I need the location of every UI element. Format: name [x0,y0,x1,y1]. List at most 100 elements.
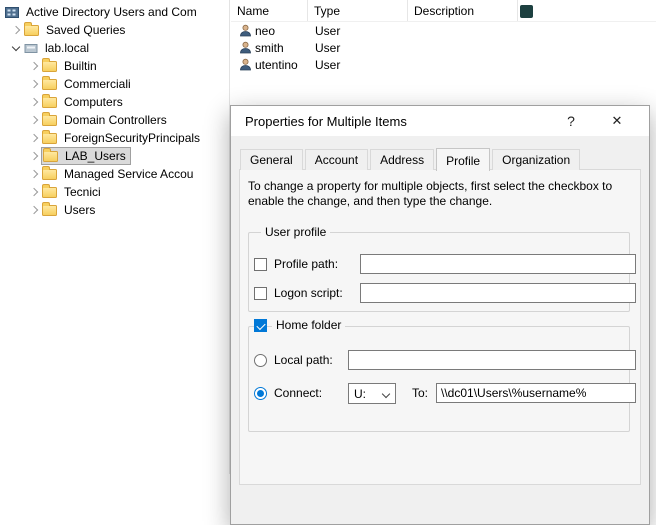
tree-item-foreign-security-principals[interactable]: ForeignSecurityPrincipals [0,129,229,147]
profile-path-input[interactable] [360,254,636,274]
connect-row: Connect: U: To: [240,383,640,404]
tree-item-label: lab.local [44,41,89,55]
logon-script-checkbox[interactable] [254,287,267,300]
group-user-profile-label: User profile [261,225,330,239]
properties-dialog: Properties for Multiple Items ? ✕ Genera… [230,105,650,525]
group-home-folder [248,326,630,432]
logon-script-input[interactable] [360,283,636,303]
folder-icon [24,25,39,36]
chevron-right-icon[interactable] [26,130,42,146]
tree-item-label: Computers [63,95,123,109]
row-name: neo [255,24,315,38]
folder-icon [42,133,57,144]
tree-item-label: Active Directory Users and Com [25,5,197,19]
tree-item-lab-users[interactable]: LAB_Users [0,147,229,165]
folder-icon [42,115,57,126]
tree-item-label: Builtin [63,59,97,73]
folder-icon [42,205,57,216]
folder-icon [42,61,57,72]
to-label: To: [412,386,428,400]
tree-item-managed-service-accounts[interactable]: Managed Service Accou [0,165,229,183]
tree-item-label: Tecnici [63,185,101,199]
column-header-description[interactable]: Description [408,0,518,21]
help-button[interactable]: ? [553,106,589,136]
logon-script-row: Logon script: [240,283,640,304]
tab-general[interactable]: General [240,149,303,170]
close-button[interactable]: ✕ [599,106,635,136]
console-tree-panel: Active Directory Users and Com Saved Que… [0,0,230,474]
tree-item-label: Domain Controllers [63,113,167,127]
chevron-right-icon[interactable] [26,112,42,128]
chevron-right-icon[interactable] [26,166,42,182]
selected-tree-item-highlight: LAB_Users [42,148,130,164]
tree-item-commerciali[interactable]: Commerciali [0,75,229,93]
folder-icon [42,169,57,180]
tree-item-label: Commerciali [63,77,131,91]
chevron-right-icon[interactable] [26,94,42,110]
chevron-right-icon[interactable] [26,148,42,164]
row-type: User [315,58,340,72]
local-path-label: Local path: [274,353,333,367]
dialog-description: To change a property for multiple object… [248,179,640,209]
domain-icon [24,42,39,55]
chevron-down-icon[interactable] [8,40,24,56]
list-row-utentino[interactable]: utentino User [231,56,656,73]
tree-item-saved-queries[interactable]: Saved Queries [0,21,229,39]
connect-label: Connect: [274,386,322,400]
tree-item-tecnici[interactable]: Tecnici [0,183,229,201]
tree-item-label: Saved Queries [45,23,125,37]
tree-item-root[interactable]: Active Directory Users and Com [0,3,229,21]
chevron-right-icon[interactable] [26,76,42,92]
home-folder-row: Home folder [240,319,640,340]
row-type: User [315,41,340,55]
connect-radio[interactable] [254,387,267,400]
folder-icon [42,187,57,198]
tab-account[interactable]: Account [305,149,368,170]
row-type: User [315,24,340,38]
home-folder-label: Home folder [272,318,345,332]
profile-path-checkbox[interactable] [254,258,267,271]
local-path-input[interactable] [348,350,636,370]
list-row-smith[interactable]: smith User [231,39,656,56]
tree-item-lab-local[interactable]: lab.local [0,39,229,57]
user-icon [239,58,252,71]
drive-select-value: U: [349,387,379,401]
tab-organization[interactable]: Organization [492,149,580,170]
tree-item-label: LAB_Users [64,149,126,163]
chevron-right-icon[interactable] [8,22,24,38]
tree-item-computers[interactable]: Computers [0,93,229,111]
tab-profile[interactable]: Profile [436,148,490,171]
logon-script-label: Logon script: [274,286,343,300]
chevron-right-icon[interactable] [26,184,42,200]
column-header-name[interactable]: Name [231,0,308,21]
folder-icon [43,151,58,162]
chevron-right-icon[interactable] [26,202,42,218]
folder-icon [42,97,57,108]
tree-item-label: ForeignSecurityPrincipals [63,131,200,145]
dialog-titlebar: Properties for Multiple Items ? ✕ [231,106,649,136]
column-header-type[interactable]: Type [308,0,408,21]
chevron-right-icon[interactable] [26,58,42,74]
home-folder-checkbox[interactable] [254,319,267,332]
results-list-panel: Name Type Description neo User smith Use… [231,0,656,110]
drive-select[interactable]: U: [348,383,396,404]
user-icon [239,24,252,37]
user-icon [239,41,252,54]
tree-item-domain-controllers[interactable]: Domain Controllers [0,111,229,129]
tree-item-label: Users [63,203,95,217]
profile-tab-page: To change a property for multiple object… [239,169,641,485]
tab-address[interactable]: Address [370,149,434,170]
row-name: utentino [255,58,315,72]
dialog-title: Properties for Multiple Items [245,114,407,129]
local-path-row: Local path: [240,350,640,371]
profile-path-label: Profile path: [274,257,338,271]
tree-item-builtin[interactable]: Builtin [0,57,229,75]
profile-path-row: Profile path: [240,254,640,275]
chevron-down-icon [379,384,395,403]
directory-root-icon [5,6,20,19]
list-row-neo[interactable]: neo User [231,22,656,39]
tree-item-users[interactable]: Users [0,201,229,219]
connect-path-input[interactable] [436,383,636,403]
local-path-radio[interactable] [254,354,267,367]
tree-item-label: Managed Service Accou [63,167,193,181]
